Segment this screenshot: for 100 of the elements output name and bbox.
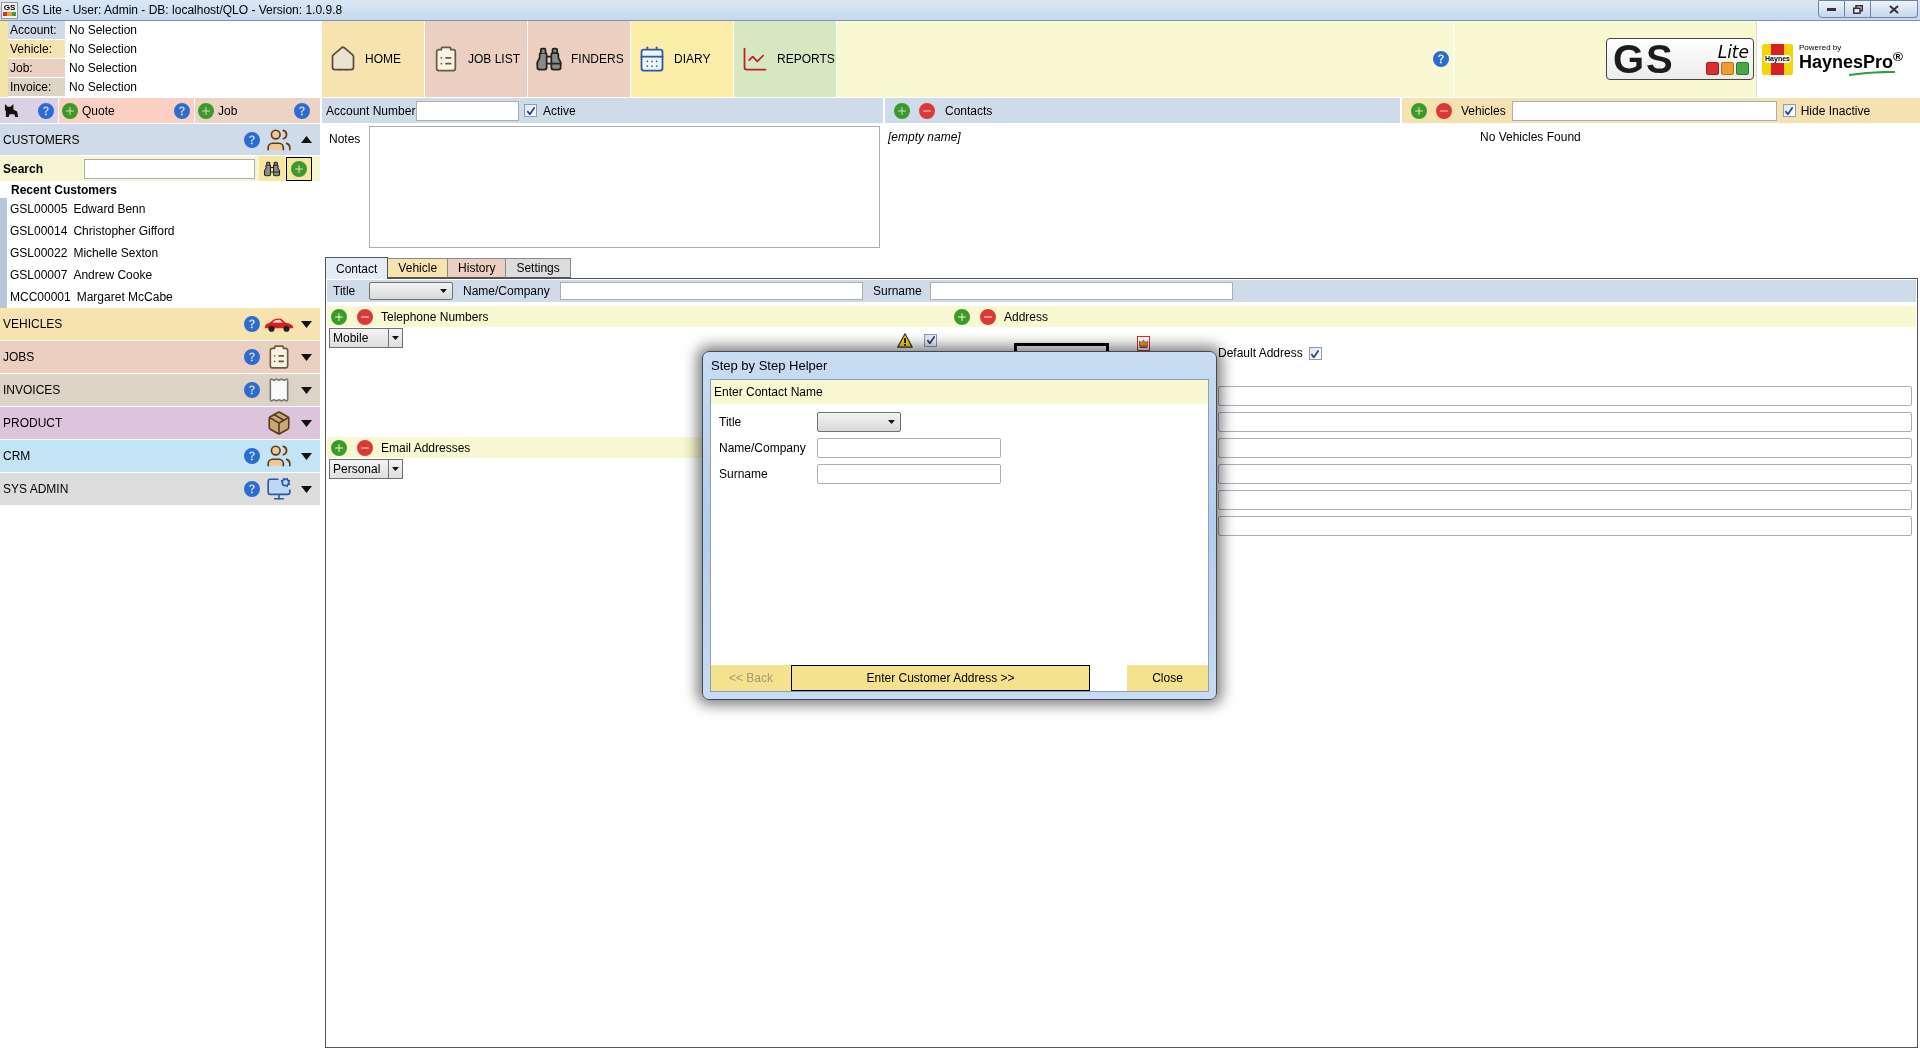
search-button[interactable] <box>259 156 285 181</box>
recent-customer-item[interactable]: GSL00014 Christopher Gifford <box>7 220 175 242</box>
add-icon[interactable] <box>331 439 347 456</box>
house-icon <box>329 45 357 73</box>
help-icon[interactable] <box>244 448 260 464</box>
dropdown[interactable]: Personal <box>329 459 403 479</box>
section-header[interactable]: CRM <box>0 440 320 472</box>
nav-button[interactable]: JOB LIST <box>425 21 527 97</box>
recent-customer-item[interactable]: GSL00022 Michelle Sexton <box>7 242 175 264</box>
dropdown[interactable] <box>369 282 453 300</box>
checkbox[interactable] <box>1782 104 1796 117</box>
tab[interactable]: Settings <box>506 258 571 278</box>
tab[interactable]: History <box>448 258 507 278</box>
help-icon[interactable] <box>174 102 190 119</box>
field-label: Surname <box>718 467 769 481</box>
section-header[interactable]: JOBS <box>0 341 320 373</box>
search-label: Search <box>2 161 45 176</box>
package-icon <box>266 410 292 436</box>
dialog-button[interactable]: Enter Customer Address >> <box>791 665 1090 691</box>
caret-icon[interactable] <box>301 419 312 427</box>
help-icon[interactable] <box>244 131 260 148</box>
minimize-button[interactable] <box>1818 0 1845 18</box>
nav-button[interactable]: HOME <box>322 21 424 97</box>
tile-icon <box>1706 62 1719 75</box>
remove-icon[interactable] <box>1436 102 1452 119</box>
address-line-field[interactable] <box>1218 490 1912 510</box>
check-icon <box>1785 106 1794 115</box>
remove-icon[interactable] <box>980 308 996 325</box>
section-header[interactable]: INVOICES <box>0 374 320 406</box>
remove-icon[interactable] <box>919 102 935 119</box>
contact-item[interactable]: [empty name] <box>888 130 961 144</box>
close-button[interactable] <box>1871 0 1918 18</box>
panel-title: Contacts <box>945 103 993 118</box>
dialog-button[interactable]: Close <box>1127 665 1208 691</box>
caret-icon[interactable] <box>301 452 312 460</box>
selection-value: No Selection <box>69 80 138 94</box>
address-line-field[interactable] <box>1218 386 1912 406</box>
tagline: Powered by <box>1799 42 1843 52</box>
dropdown[interactable]: Mobile <box>329 328 403 348</box>
nav-button[interactable]: FINDERS <box>528 21 630 97</box>
notes-field[interactable] <box>369 126 880 248</box>
section-header[interactable]: VEHICLES <box>0 308 320 340</box>
section-header[interactable]: CUSTOMERS <box>0 124 320 155</box>
add-icon[interactable] <box>1411 102 1427 119</box>
text-field[interactable] <box>817 464 1001 484</box>
close-icon <box>1889 4 1899 14</box>
add-icon[interactable] <box>894 102 910 119</box>
text-field[interactable] <box>817 438 1001 458</box>
help-icon[interactable] <box>244 316 260 332</box>
account-number-field[interactable] <box>416 100 519 121</box>
dropdown[interactable] <box>817 412 901 432</box>
add-item-button[interactable]: Quote <box>61 100 116 121</box>
surname-field[interactable] <box>930 282 1233 300</box>
caret-icon[interactable] <box>301 386 312 394</box>
restore-button[interactable] <box>1845 0 1871 18</box>
checkbox[interactable] <box>1308 347 1322 360</box>
field-label: Notes <box>329 132 361 146</box>
checkbox[interactable] <box>524 104 537 117</box>
help-icon[interactable] <box>244 382 260 398</box>
caret-icon[interactable] <box>301 485 312 493</box>
field-label: Name/Company <box>463 284 551 298</box>
nav-button[interactable]: DIARY <box>631 21 733 97</box>
recent-customer-item[interactable]: GSL00007 Andrew Cooke <box>7 264 175 286</box>
nav-button[interactable]: REPORTS <box>734 21 836 97</box>
section-bar-title: Email Addresses <box>381 440 471 455</box>
crown-icon <box>1137 336 1150 351</box>
help-icon[interactable] <box>244 481 260 497</box>
tab[interactable]: Contact <box>325 257 389 279</box>
remove-icon[interactable] <box>357 308 373 325</box>
add-icon <box>198 102 214 119</box>
add-customer-button[interactable] <box>286 156 312 181</box>
recent-customer-item[interactable]: GSL00005 Edward Benn <box>7 198 175 220</box>
help-icon[interactable] <box>38 102 54 119</box>
address-line-field[interactable] <box>1218 464 1912 484</box>
remove-icon[interactable] <box>357 439 373 456</box>
search-field[interactable] <box>84 158 255 179</box>
section-header[interactable]: PRODUCT <box>0 407 320 439</box>
add-item-button[interactable]: Job <box>197 100 239 121</box>
restore-icon <box>1852 4 1863 14</box>
name-field[interactable] <box>560 282 863 300</box>
address-line-field[interactable] <box>1218 412 1912 432</box>
check-icon <box>926 336 935 344</box>
add-icon[interactable] <box>331 308 347 325</box>
checkbox[interactable] <box>924 333 937 347</box>
chart-icon <box>741 45 769 73</box>
caret-icon[interactable] <box>301 353 312 361</box>
caret-icon <box>888 420 895 424</box>
selection-value: No Selection <box>69 61 138 75</box>
tab[interactable]: Vehicle <box>388 258 449 278</box>
help-icon[interactable] <box>1433 51 1449 67</box>
caret-icon[interactable] <box>301 320 312 328</box>
address-line-field[interactable] <box>1218 516 1912 536</box>
address-line-field[interactable] <box>1218 438 1912 458</box>
caret-icon[interactable] <box>301 136 312 143</box>
recent-customer-item[interactable]: MCC00001 Margaret McCabe <box>7 286 175 308</box>
vehicle-search-field[interactable] <box>1511 100 1777 121</box>
section-header[interactable]: SYS ADMIN <box>0 473 320 505</box>
add-icon[interactable] <box>954 308 970 325</box>
help-icon[interactable] <box>294 102 310 119</box>
help-icon[interactable] <box>244 349 260 365</box>
